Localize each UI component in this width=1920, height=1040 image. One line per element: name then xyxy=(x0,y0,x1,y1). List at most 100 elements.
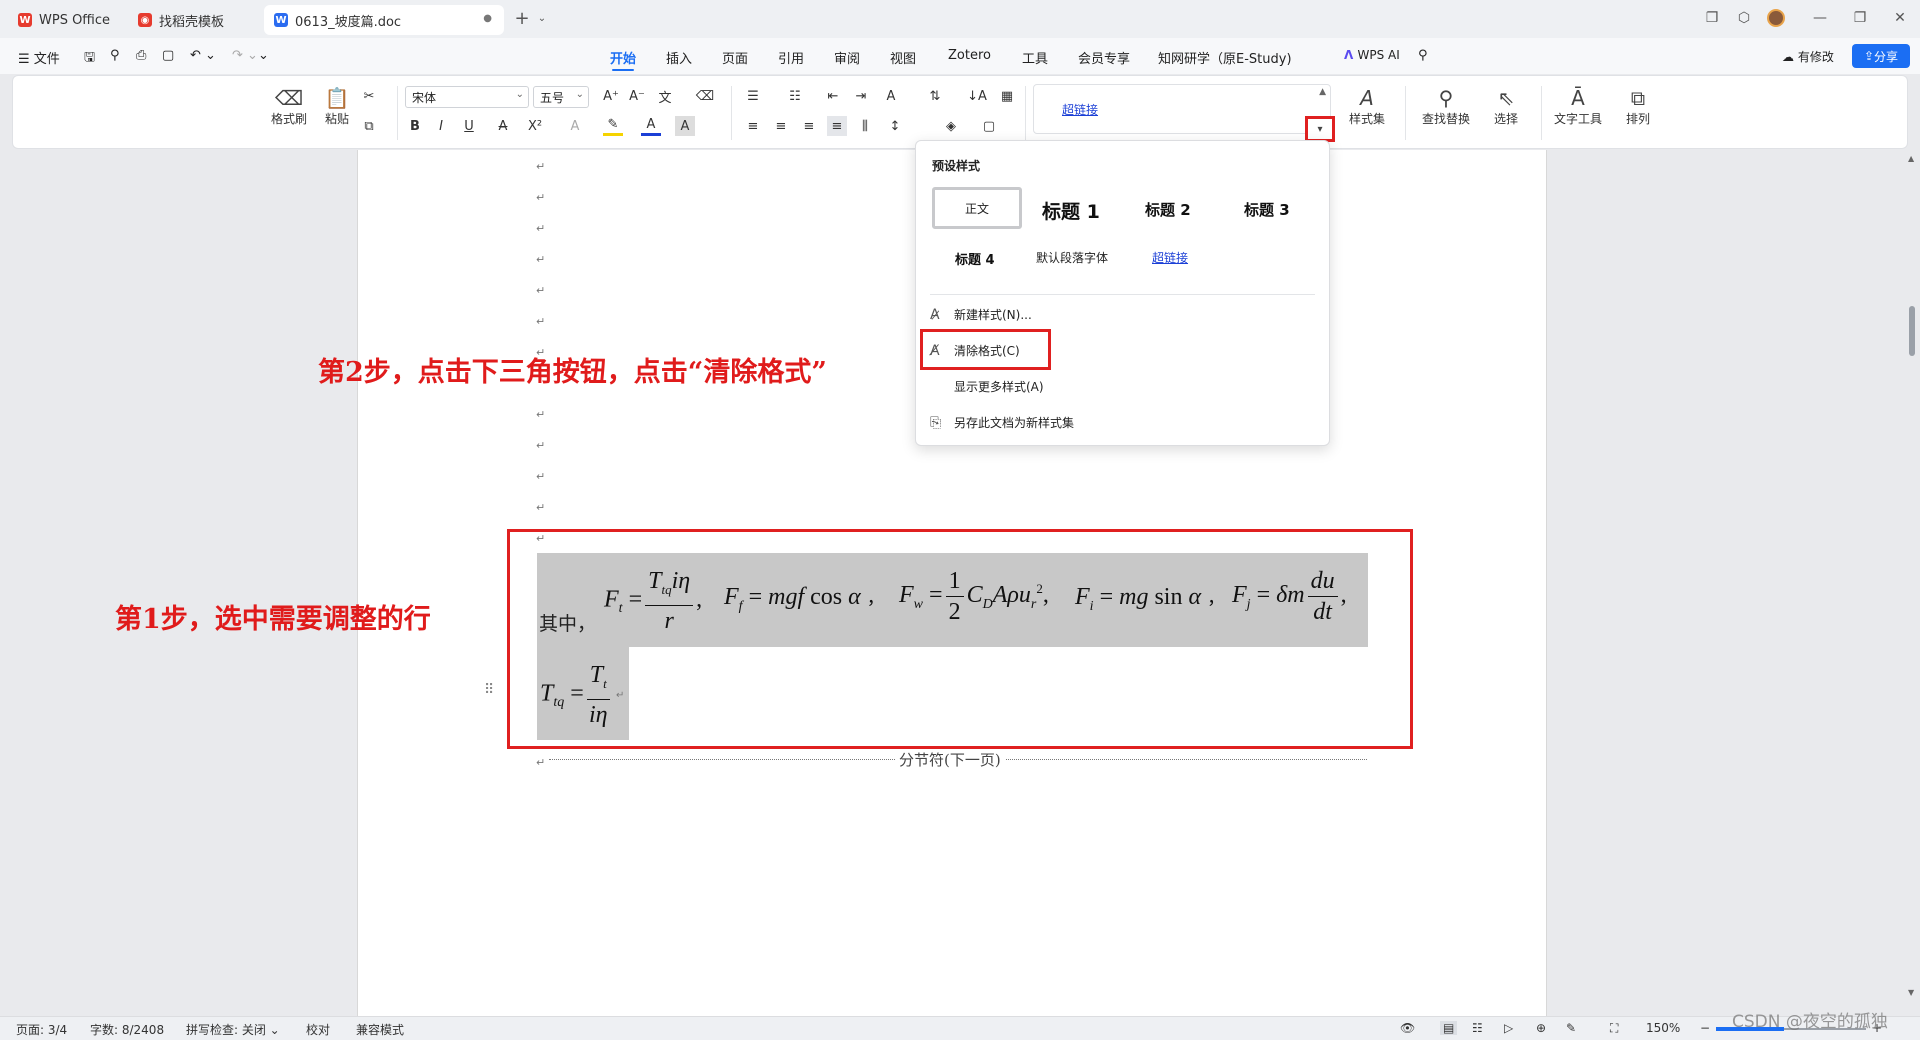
strikethrough-icon[interactable]: A xyxy=(493,116,513,136)
outline-view-icon[interactable]: ☷ xyxy=(1472,1021,1483,1035)
style-heading-1[interactable]: 标题 1 xyxy=(1042,197,1100,224)
scroll-down-icon[interactable]: ▼ xyxy=(1908,988,1914,997)
style-heading-3[interactable]: 标题 3 xyxy=(1244,199,1290,220)
sort-icon[interactable]: ⇅ xyxy=(925,86,945,106)
style-normal[interactable]: 正文 xyxy=(932,187,1022,229)
spellcheck-status[interactable]: 拼写检查: 关闭 ⌄ xyxy=(186,1021,280,1038)
align-left-icon[interactable]: ≡ xyxy=(743,116,763,136)
menu-zotero[interactable]: Zotero xyxy=(948,48,991,63)
close-button[interactable]: ✕ xyxy=(1890,8,1910,28)
avatar[interactable] xyxy=(1766,8,1786,28)
redo-icon[interactable]: ↷ ⌄ xyxy=(232,48,258,63)
menu-tools[interactable]: 工具 xyxy=(1022,48,1048,67)
undo-icon[interactable]: ↶ ⌄ xyxy=(190,48,216,63)
font-size-select[interactable]: 五号 ⌄ xyxy=(533,86,589,108)
paste-button[interactable]: 📋 粘贴 xyxy=(317,86,357,127)
style-heading-4[interactable]: 标题 4 xyxy=(955,249,995,268)
scroll-up-icon[interactable]: ▲ xyxy=(1319,87,1326,97)
file-menu[interactable]: ☰ 文件 xyxy=(18,48,60,67)
find-replace-button[interactable]: ⚲ 查找替换 xyxy=(1413,86,1479,127)
italic-icon[interactable]: I xyxy=(431,116,451,136)
clear-format-eraser-icon[interactable]: ⌫ xyxy=(695,86,715,106)
highlight-icon[interactable]: ✎ xyxy=(603,116,623,136)
style-hyperlink[interactable]: 超链接 xyxy=(1152,249,1188,266)
drag-handle-icon[interactable]: ⠿ xyxy=(484,682,494,698)
pen-icon[interactable]: ✎ xyxy=(1566,1021,1576,1035)
tab-list-chevron-icon[interactable]: ⌄ xyxy=(532,8,552,28)
numbered-list-icon[interactable]: ☷ xyxy=(785,86,805,106)
page-view-icon[interactable]: ▤ xyxy=(1440,1021,1458,1035)
web-view-icon[interactable]: ⊕ xyxy=(1536,1021,1546,1035)
wps-ai-button[interactable]: ᐱ WPS AI xyxy=(1344,48,1400,62)
print-icon[interactable]: ⎙ xyxy=(136,48,146,63)
arrange-button[interactable]: ⧉ 排列 xyxy=(1613,86,1663,127)
select-button[interactable]: ⇖ 选择 xyxy=(1481,86,1531,127)
sort-az-icon[interactable]: ↓A xyxy=(967,86,987,106)
justify-icon[interactable]: ≡ xyxy=(827,116,847,136)
window-mode-icon[interactable]: ❐ xyxy=(1702,8,1722,28)
distribute-icon[interactable]: ⫼ xyxy=(855,116,875,136)
copy-icon[interactable]: ⧉ xyxy=(359,116,379,136)
menu-member[interactable]: 会员专享 xyxy=(1078,48,1130,67)
decrease-indent-icon[interactable]: ⇤ xyxy=(823,86,843,106)
play-icon[interactable]: ▷ xyxy=(1504,1021,1513,1035)
zoom-level[interactable]: 150% xyxy=(1646,1021,1680,1035)
restore-button[interactable]: ❐ xyxy=(1850,8,1870,28)
menu-cnki[interactable]: 知网研学（原E-Study) xyxy=(1158,48,1292,67)
grow-font-icon[interactable]: A⁺ xyxy=(601,86,621,106)
line-spacing-icon[interactable]: ↕ xyxy=(885,116,905,136)
shrink-font-icon[interactable]: A⁻ xyxy=(627,86,647,106)
underline-icon[interactable]: U xyxy=(459,116,479,136)
borders-icon[interactable]: ▢ xyxy=(979,116,999,136)
bullet-list-icon[interactable]: ☰ xyxy=(743,86,763,106)
style-gallery[interactable]: 超链接 ▲ xyxy=(1033,84,1331,134)
style-gallery-dropdown-button[interactable]: ▾ xyxy=(1305,116,1335,142)
font-color-icon[interactable]: A xyxy=(641,116,661,136)
tab-wps-office[interactable]: W WPS Office xyxy=(8,5,120,35)
align-center-icon[interactable]: ≡ xyxy=(771,116,791,136)
word-count[interactable]: 字数: 8/2408 xyxy=(90,1021,164,1038)
scrollbar-thumb[interactable] xyxy=(1909,306,1915,356)
fit-page-icon[interactable]: ⛶ xyxy=(1610,1021,1618,1036)
cut-icon[interactable]: ✂ xyxy=(359,86,379,106)
new-style-item[interactable]: A̷ 新建样式(N)... xyxy=(930,306,1032,323)
menu-review[interactable]: 审阅 xyxy=(834,48,860,67)
minimize-button[interactable]: — xyxy=(1810,8,1830,28)
text-tools-button[interactable]: Ā 文字工具 xyxy=(1547,86,1609,127)
search-icon[interactable]: ⚲ xyxy=(1418,48,1428,63)
page-indicator[interactable]: 页面: 3/4 xyxy=(16,1021,67,1038)
cube-icon[interactable]: ⬡ xyxy=(1734,8,1754,28)
phonetic-guide-icon[interactable]: 文 xyxy=(655,86,675,106)
font-name-select[interactable]: 宋体 ⌄ xyxy=(405,86,529,108)
align-right-icon[interactable]: ≡ xyxy=(799,116,819,136)
menu-references[interactable]: 引用 xyxy=(778,48,804,67)
text-effect-icon[interactable]: A xyxy=(565,116,585,136)
shading-icon[interactable]: ◈ xyxy=(941,116,961,136)
menu-insert[interactable]: 插入 xyxy=(666,48,692,67)
print-preview-icon[interactable]: ▢ xyxy=(162,48,174,63)
menu-home[interactable]: 开始 xyxy=(610,48,636,71)
superscript-icon[interactable]: X² xyxy=(525,116,545,136)
modified-status[interactable]: ☁ 有修改 xyxy=(1782,48,1834,65)
show-marks-icon[interactable]: ▦ xyxy=(997,86,1017,106)
tab-document[interactable]: W 0613_坡度篇.doc ● xyxy=(264,5,504,35)
more-chevron-icon[interactable]: ⌄ xyxy=(258,48,269,63)
show-more-styles-item[interactable]: 显示更多样式(A) xyxy=(954,378,1044,395)
style-heading-2[interactable]: 标题 2 xyxy=(1145,199,1191,220)
increase-indent-icon[interactable]: ⇥ xyxy=(851,86,871,106)
tab-docer-templates[interactable]: ◉ 找稻壳模板 xyxy=(128,5,256,35)
scroll-up-icon[interactable]: ▲ xyxy=(1908,154,1914,163)
chinese-layout-icon[interactable]: A xyxy=(881,86,901,106)
save-icon[interactable]: 🖫 xyxy=(84,48,95,70)
format-painter-button[interactable]: ⌫ 格式刷 xyxy=(269,86,309,127)
share-button[interactable]: ⇪ 分享 xyxy=(1852,44,1910,68)
share-link-icon[interactable]: ⚲ xyxy=(110,48,120,63)
style-default-paragraph-font[interactable]: 默认段落字体 xyxy=(1036,249,1108,266)
menu-view[interactable]: 视图 xyxy=(890,48,916,67)
char-shading-icon[interactable]: A xyxy=(675,116,695,136)
proofread-button[interactable]: 校对 xyxy=(306,1021,330,1038)
save-as-style-set-item[interactable]: ⎘ 另存此文档为新样式集 xyxy=(930,414,1074,431)
style-preview-hyperlink[interactable]: 超链接 xyxy=(1062,101,1098,118)
bold-icon[interactable]: B xyxy=(405,116,425,136)
zoom-out-icon[interactable]: − xyxy=(1700,1021,1710,1035)
